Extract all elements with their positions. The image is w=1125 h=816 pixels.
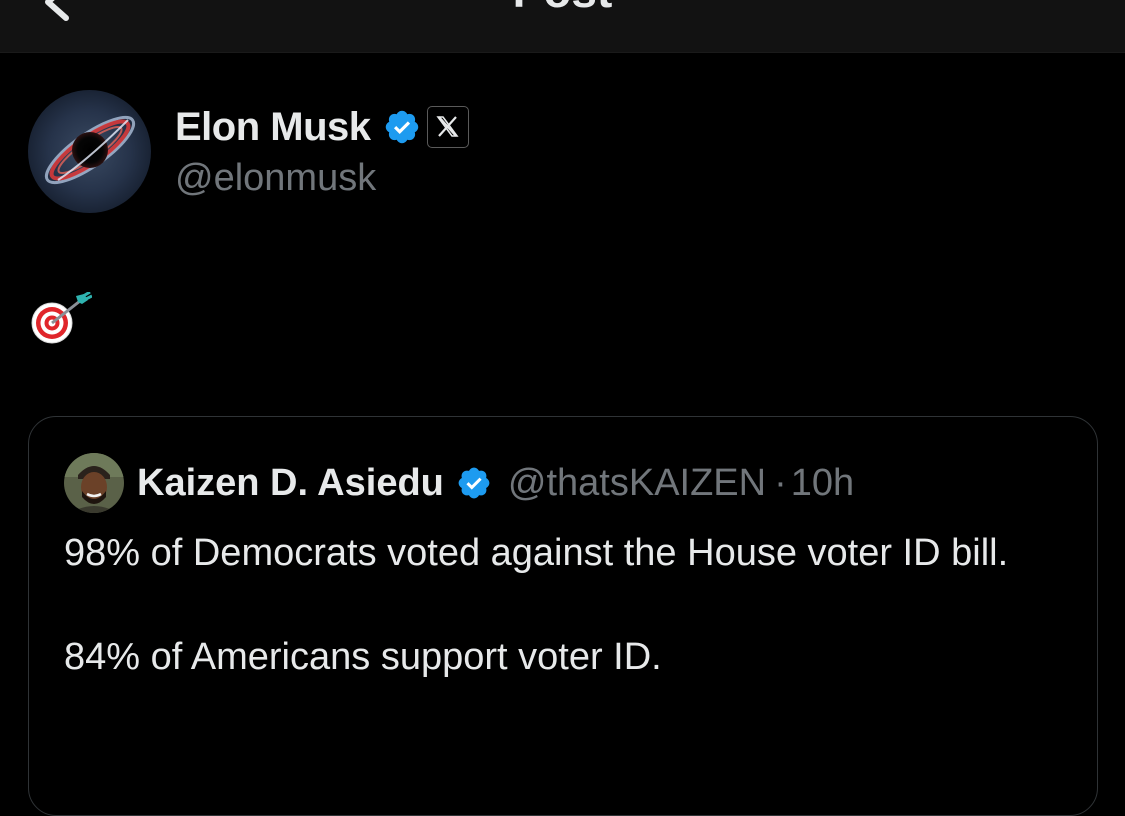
quoted-author-avatar[interactable] (64, 453, 124, 513)
quoted-post-timestamp[interactable]: 10h (791, 462, 854, 505)
verified-badge-icon[interactable] (456, 465, 492, 501)
page-title: Post (0, 0, 1125, 16)
quoted-post-text: 98% of Democrats voted against the House… (64, 527, 1074, 683)
verified-badge-icon[interactable] (383, 108, 421, 146)
black-hole-avatar-image (28, 90, 151, 213)
x-logo-icon[interactable] (426, 106, 469, 148)
quoted-post-card[interactable]: Kaizen D. Asiedu @thatsKAIZEN · 10h 98% … (28, 416, 1098, 816)
header-divider (0, 52, 1125, 53)
person-avatar-image (64, 453, 124, 513)
quoted-post-header: Kaizen D. Asiedu @thatsKAIZEN · 10h (137, 457, 854, 509)
author-name[interactable]: Elon Musk (175, 105, 371, 150)
meta-separator: · (774, 461, 787, 504)
author-name-row: Elon Musk (175, 100, 469, 154)
quoted-post-paragraph: 98% of Democrats voted against the House… (64, 532, 1009, 574)
target-dart-icon (31, 290, 93, 344)
quoted-post-paragraph: 84% of Americans support voter ID. (64, 636, 662, 678)
direct-hit-emoji (30, 290, 93, 346)
author-avatar[interactable] (28, 90, 151, 213)
quoted-author-handle[interactable]: @thatsKAIZEN (508, 462, 766, 505)
top-nav-bar: Post (0, 0, 1125, 52)
quoted-author-name[interactable]: Kaizen D. Asiedu (137, 462, 444, 505)
author-handle[interactable]: @elonmusk (175, 154, 376, 202)
